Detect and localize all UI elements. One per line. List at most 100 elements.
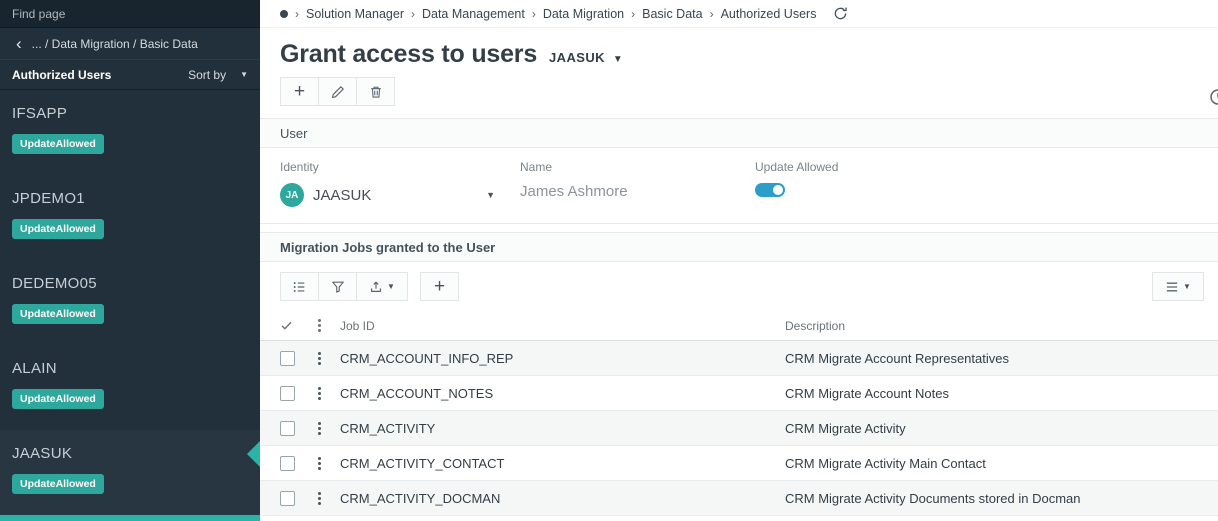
crud-button-group: + [280, 77, 395, 106]
page-header: Grant access to users JAASUK ▼ [260, 28, 1218, 69]
back-path-label[interactable]: ... / Data Migration / Basic Data [32, 37, 198, 51]
sidebar-item-alain[interactable]: ALAIN UpdateAllowed [0, 345, 260, 430]
breadcrumb-separator: › [631, 6, 636, 21]
table-row[interactable]: CRM_ACCOUNT_INFO_REP CRM Migrate Account… [260, 341, 1218, 376]
breadcrumb-item[interactable]: Basic Data [642, 7, 702, 21]
find-page-input[interactable] [12, 6, 248, 21]
sidebar-item-jaasuk[interactable]: JAASUK UpdateAllowed [0, 430, 260, 515]
breadcrumb-item[interactable]: Data Management [422, 7, 525, 21]
name-label: Name [520, 160, 553, 174]
job-id-cell: CRM_ACTIVITY_DOCMAN [340, 490, 501, 506]
page-subtitle-user[interactable]: JAASUK [549, 50, 605, 65]
main-content: › Solution Manager › Data Management › D… [260, 0, 1218, 521]
sidebar-item-ifsapp[interactable]: IFSAPP UpdateAllowed [0, 90, 260, 175]
table-options-button[interactable]: ▼ [1152, 272, 1204, 301]
row-checkbox[interactable] [280, 420, 295, 436]
refresh-icon[interactable] [833, 6, 848, 21]
row-menu-kebab[interactable] [314, 356, 340, 360]
sidebar-list-header: Authorized Users Sort by ▼ [0, 60, 260, 90]
breadcrumb-item[interactable]: Solution Manager [306, 7, 404, 21]
update-allowed-label: Update Allowed [755, 160, 839, 174]
row-menu-kebab[interactable] [314, 461, 340, 465]
export-icon [369, 280, 383, 294]
trash-icon [369, 85, 383, 99]
filter-button[interactable] [318, 272, 357, 301]
column-header-jobid[interactable]: Job ID [340, 319, 785, 333]
check-icon [281, 321, 292, 330]
row-checkbox[interactable] [280, 490, 295, 506]
breadcrumb-item[interactable]: Data Migration [543, 7, 624, 21]
jobs-button-group: ▼ [280, 272, 408, 301]
description-cell: CRM Migrate Activity Main Contact [785, 455, 986, 471]
page-title: Grant access to users [280, 40, 538, 68]
identity-field: Identity JA JAASUK ▼ [280, 160, 520, 207]
select-all-column[interactable] [280, 319, 314, 332]
sidebar-back-nav[interactable]: ‹ ... / Data Migration / Basic Data [0, 28, 260, 60]
toggle-knob [773, 185, 783, 195]
row-checkbox[interactable] [280, 385, 295, 401]
identity-value: JAASUK [313, 186, 372, 204]
table-row[interactable]: CRM_ACCOUNT_NOTES CRM Migrate Account No… [260, 376, 1218, 411]
description-cell: CRM Migrate Activity Documents stored in… [785, 490, 1081, 506]
list-view-button[interactable] [280, 272, 319, 301]
edit-button[interactable] [318, 77, 357, 106]
update-allowed-badge: UpdateAllowed [12, 219, 104, 239]
selected-item-arrow-icon [247, 441, 260, 467]
sidebar-item-list: IFSAPP UpdateAllowed JPDEMO1 UpdateAllow… [0, 90, 260, 515]
item-name: JPDEMO1 [12, 190, 85, 207]
item-name: DEDEMO05 [12, 275, 97, 292]
clock-icon[interactable] [1209, 88, 1218, 106]
user-section-header: User [260, 118, 1218, 148]
sidebar-list-title: Authorized Users [12, 67, 112, 82]
breadcrumb-item[interactable]: Authorized Users [721, 7, 817, 21]
chevron-down-icon[interactable]: ▼ [613, 54, 623, 65]
kebab-icon [318, 324, 321, 327]
description-cell: CRM Migrate Activity [785, 420, 906, 436]
table-row[interactable]: CRM_ACTIVITY_CONTACT CRM Migrate Activit… [260, 446, 1218, 481]
export-button[interactable]: ▼ [356, 272, 408, 301]
table-row[interactable]: CRM_ACTIVITY CRM Migrate Activity [260, 411, 1218, 446]
filter-icon [331, 280, 345, 294]
row-menu-kebab[interactable] [314, 496, 340, 500]
job-id-cell: CRM_ACCOUNT_NOTES [340, 385, 494, 401]
avatar: JA [280, 183, 304, 207]
row-checkbox[interactable] [280, 455, 295, 471]
update-allowed-toggle[interactable] [755, 183, 785, 197]
item-name: IFSAPP [12, 105, 68, 122]
update-allowed-badge: UpdateAllowed [12, 134, 104, 154]
kebab-icon [318, 496, 321, 500]
jobs-toolbar: ▼ + ▼ [260, 262, 1218, 311]
sort-by-dropdown[interactable]: Sort by ▼ [188, 68, 248, 82]
breadcrumb-separator: › [295, 6, 299, 21]
sidebar-item-jpdemo1[interactable]: JPDEMO1 UpdateAllowed [0, 175, 260, 260]
name-field: Name James Ashmore [520, 160, 755, 207]
jobs-section: Migration Jobs granted to the User ▼ + ▼… [260, 232, 1218, 516]
identity-dropdown[interactable]: JA JAASUK ▼ [280, 183, 495, 207]
sort-by-label: Sort by [188, 67, 227, 82]
sidebar: ‹ ... / Data Migration / Basic Data Auth… [0, 0, 260, 521]
update-allowed-badge: UpdateAllowed [12, 304, 104, 324]
column-header-description[interactable]: Description [785, 319, 1218, 333]
row-checkbox[interactable] [280, 350, 295, 366]
row-menu-kebab[interactable] [314, 391, 340, 395]
add-job-button[interactable]: + [420, 272, 459, 301]
table-row[interactable]: CRM_ACTIVITY_DOCMAN CRM Migrate Activity… [260, 481, 1218, 516]
jobs-section-title: Migration Jobs granted to the User [280, 239, 496, 255]
user-fields: Identity JA JAASUK ▼ Name James Ashmore … [260, 148, 1218, 223]
find-page-bar[interactable] [0, 0, 260, 28]
update-allowed-badge: UpdateAllowed [12, 389, 104, 409]
job-id-cell: CRM_ACTIVITY_CONTACT [340, 455, 505, 471]
hamburger-icon [1165, 281, 1179, 293]
chevron-down-icon: ▼ [240, 69, 248, 79]
chevron-down-icon: ▼ [1183, 281, 1191, 291]
back-chevron-icon[interactable]: ‹ [16, 35, 22, 52]
item-name: ALAIN [12, 360, 57, 377]
delete-button[interactable] [356, 77, 395, 106]
kebab-icon [318, 356, 321, 360]
description-cell: CRM Migrate Account Representatives [785, 350, 1009, 366]
breadcrumb-home-dot-icon[interactable] [280, 9, 288, 18]
sidebar-item-dedemo05[interactable]: DEDEMO05 UpdateAllowed [0, 260, 260, 345]
row-menu-kebab[interactable] [314, 426, 340, 430]
update-allowed-field: Update Allowed [755, 160, 838, 207]
add-button[interactable]: + [280, 77, 319, 106]
